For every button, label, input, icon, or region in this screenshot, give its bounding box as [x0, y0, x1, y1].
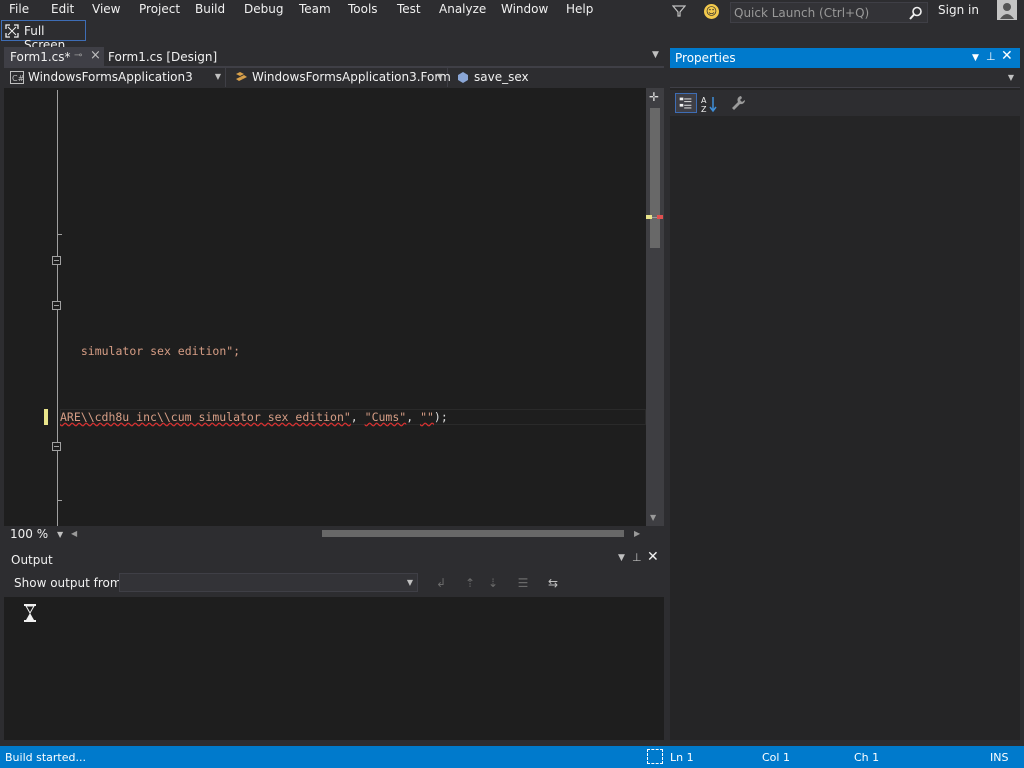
menu-test[interactable]: Test — [397, 2, 421, 16]
string-literal-error: ARE\\cdh8u inc\\cum simulator sex editio… — [60, 410, 351, 424]
chevron-down-icon: ▼ — [436, 72, 443, 81]
zoom-level[interactable]: 100 % — [10, 527, 48, 541]
menu-tools[interactable]: Tools — [348, 2, 378, 16]
object-selector-dropdown[interactable]: ▼ — [670, 68, 1020, 88]
outline-end-tick — [57, 234, 62, 235]
horizontal-scroll-thumb[interactable] — [322, 530, 624, 537]
string-literal: simulator sex edition"; — [80, 344, 241, 358]
scroll-down-icon[interactable]: ▼ — [650, 513, 656, 522]
close-icon[interactable]: ✕ — [647, 549, 659, 565]
method-icon — [458, 72, 468, 83]
collapse-icon[interactable] — [52, 442, 61, 451]
svg-text:Z: Z — [701, 105, 707, 113]
properties-title: Properties — [675, 51, 736, 65]
member-name: save_sex — [474, 70, 529, 84]
menu-help[interactable]: Help — [566, 2, 593, 16]
menu-team[interactable]: Team — [299, 2, 331, 16]
word-wrap-icon[interactable]: ⇆ — [545, 575, 561, 591]
zoom-dropdown-icon[interactable]: ▼ — [57, 530, 63, 539]
output-title: Output — [11, 553, 53, 567]
status-char: Ch 1 — [854, 751, 880, 764]
menu-file[interactable]: File — [9, 2, 29, 16]
go-to-line-icon[interactable]: ↲ — [433, 575, 449, 591]
previous-message-icon[interactable]: ⇡ — [462, 575, 478, 591]
project-name: WindowsFormsApplication3 — [28, 70, 193, 84]
chevron-down-icon: ▼ — [214, 72, 221, 81]
pin-icon[interactable]: ⊸ — [74, 50, 82, 61]
svg-text:A: A — [701, 96, 707, 105]
output-header — [4, 548, 664, 570]
filter-icon[interactable] — [672, 4, 686, 18]
full-screen-button[interactable]: Full Screen — [1, 20, 86, 52]
next-message-icon[interactable]: ⇣ — [485, 575, 501, 591]
code-line: simulator sex edition"; — [67, 330, 240, 358]
alphabetical-sort-icon[interactable]: A Z — [700, 95, 718, 113]
tab-label: Form1.cs* — [10, 50, 71, 64]
window-position-dropdown-icon[interactable]: ▼ — [618, 553, 625, 563]
punctuation: , — [350, 410, 365, 424]
close-tab-icon[interactable]: × — [90, 48, 101, 63]
status-insert-mode: INS — [990, 751, 1009, 764]
status-column: Col 1 — [762, 751, 790, 764]
chevron-down-icon: ▼ — [406, 578, 413, 587]
change-marker — [646, 215, 652, 219]
pin-icon[interactable]: ⊥ — [986, 50, 996, 63]
menu-project[interactable]: Project — [139, 2, 180, 16]
svg-text:C#: C# — [12, 74, 24, 83]
tab-form1-design[interactable]: Form1.cs [Design] — [108, 50, 217, 64]
navigation-bar: C# WindowsFormsApplication3 ▼ WindowsFor… — [4, 68, 664, 88]
menu-build[interactable]: Build — [195, 2, 225, 16]
class-name: WindowsFormsApplication3.Form — [252, 70, 451, 84]
code-editor[interactable] — [4, 88, 648, 526]
outline-end-tick — [57, 500, 62, 501]
account-avatar-icon[interactable] — [997, 0, 1017, 20]
scroll-right-icon[interactable]: ▶ — [634, 529, 640, 538]
string-literal-error: "Cums" — [364, 410, 407, 424]
menu-debug[interactable]: Debug — [244, 2, 283, 16]
punctuation: , — [406, 410, 421, 424]
vertical-scroll-thumb[interactable] — [650, 108, 660, 248]
menu-view[interactable]: View — [92, 2, 120, 16]
quick-launch-input[interactable] — [734, 5, 904, 21]
hourglass-busy-icon — [24, 604, 36, 622]
collapse-icon[interactable] — [52, 301, 61, 310]
scroll-left-icon[interactable]: ◀ — [71, 529, 77, 538]
string-literal-error: "" — [420, 410, 434, 424]
punctuation: ); — [433, 410, 448, 424]
split-window-icon[interactable]: ✛ — [649, 91, 661, 103]
quick-launch-box — [730, 2, 928, 23]
clear-all-icon[interactable]: ☰ — [515, 575, 531, 591]
member-dropdown[interactable]: save_sex — [450, 68, 664, 87]
class-icon — [236, 72, 247, 81]
menu-window[interactable]: Window — [501, 2, 548, 16]
unsaved-change-marker — [44, 409, 48, 425]
collapse-icon[interactable] — [52, 256, 61, 265]
tab-form1-cs[interactable]: Form1.cs* ⊸ × — [4, 47, 104, 66]
code-line-current: ARE\\cdh8u inc\\cum simulator sex editio… — [60, 410, 448, 424]
project-dropdown[interactable]: C# WindowsFormsApplication3 ▼ — [4, 68, 226, 87]
categorized-icon[interactable] — [675, 93, 697, 113]
expand-icon — [5, 24, 19, 38]
window-position-dropdown-icon[interactable]: ▼ — [972, 53, 979, 63]
error-marker — [657, 215, 663, 219]
pin-icon[interactable]: ⊥ — [632, 551, 642, 564]
smiley-feedback-icon[interactable]: ☺ — [704, 4, 719, 19]
tab-list-dropdown-icon[interactable]: ▼ — [652, 50, 662, 60]
close-icon[interactable]: ✕ — [1001, 48, 1013, 64]
show-output-from-select[interactable]: ▼ — [119, 573, 418, 592]
properties-toolbar — [670, 90, 1020, 116]
build-activity-icon — [647, 749, 663, 764]
search-icon[interactable] — [909, 6, 923, 20]
sign-in-link[interactable]: Sign in — [938, 3, 979, 17]
chevron-down-icon: ▼ — [1007, 73, 1014, 82]
class-dropdown[interactable]: WindowsFormsApplication3.Form ▼ — [228, 68, 451, 87]
csharp-project-icon: C# — [10, 71, 24, 84]
property-pages-wrench-icon[interactable] — [730, 95, 746, 111]
status-message: Build started... — [5, 751, 86, 764]
show-output-from-label: Show output from: — [14, 576, 126, 590]
properties-panel — [670, 48, 1020, 740]
menu-analyze[interactable]: Analyze — [439, 2, 486, 16]
menu-edit[interactable]: Edit — [51, 2, 74, 16]
status-line: Ln 1 — [670, 751, 694, 764]
